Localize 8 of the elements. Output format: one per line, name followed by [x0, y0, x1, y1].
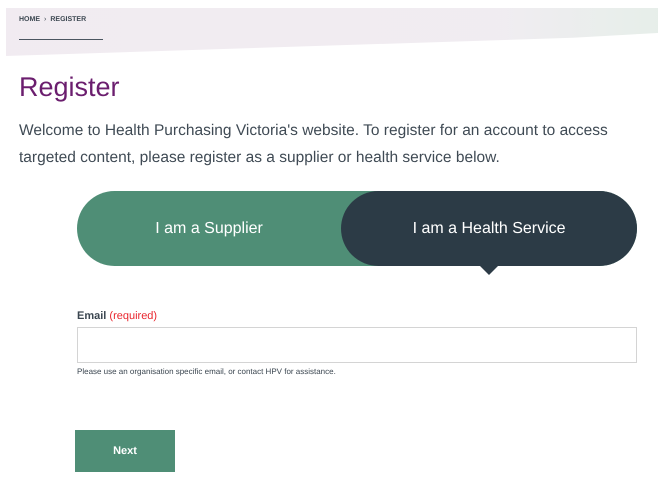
pointer-icon: [480, 266, 498, 275]
intro-text: Welcome to Health Purchasing Victoria's website. To register for an account to access targeted content, please register as a supplier or health service below.: [19, 121, 609, 168]
email-field[interactable]: [77, 327, 637, 363]
next-button[interactable]: Next: [75, 430, 175, 472]
email-label: Email (required): [77, 310, 158, 322]
account-type-option[interactable]: I am a Supplier: [77, 191, 342, 266]
help-text: Please use an organisation specific email, or contact HPV for assistance.: [77, 367, 337, 376]
page-title: Register: [19, 72, 121, 103]
